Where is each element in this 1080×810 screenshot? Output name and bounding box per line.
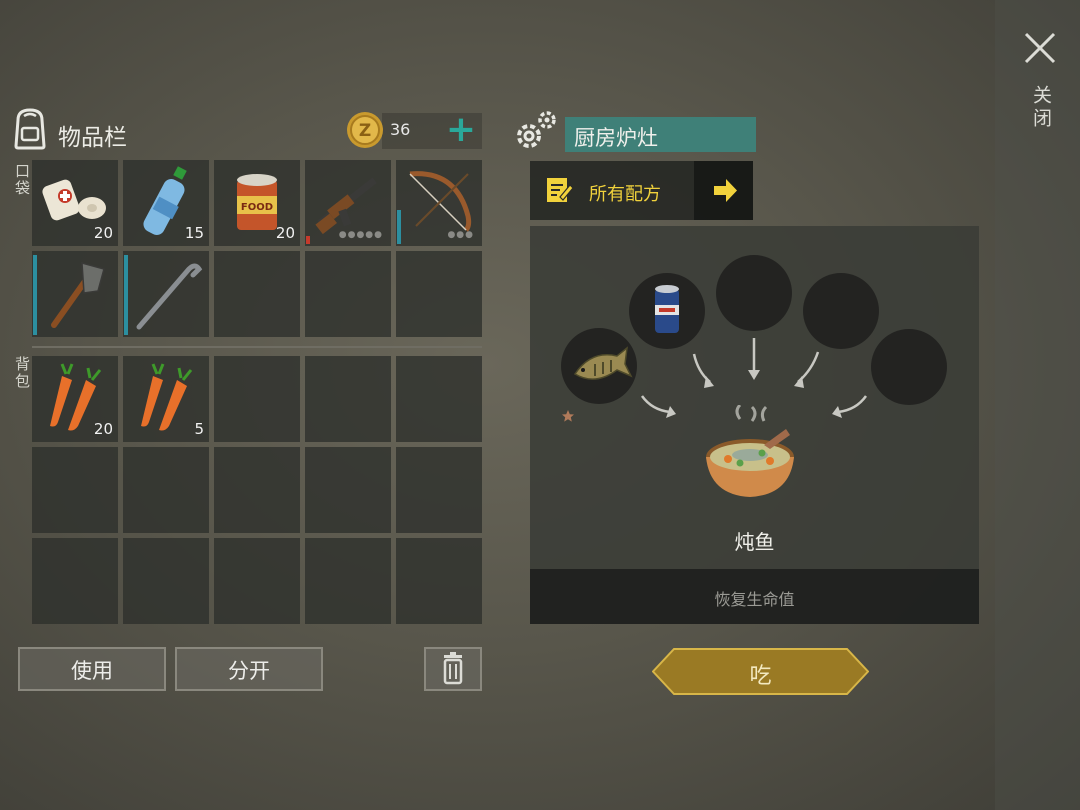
backpack-label: 背包: [13, 356, 31, 390]
pocket-slot-rifle[interactable]: ●●●●●: [305, 160, 391, 246]
pocket-slot-empty[interactable]: [396, 251, 482, 337]
backpack-slot-empty[interactable]: [305, 356, 391, 442]
pocket-slot-bandage[interactable]: 20: [32, 160, 118, 246]
backpack-slot-empty[interactable]: [123, 538, 209, 624]
recipe-book-icon: [547, 178, 574, 202]
eat-label: 吃: [749, 664, 772, 689]
recipe-description: 恢复生命值: [714, 590, 795, 609]
pocket-slot-empty[interactable]: [305, 251, 391, 337]
backpack-slot-empty[interactable]: [214, 447, 300, 533]
next-recipe-button[interactable]: [694, 161, 753, 220]
inventory-title: 物品栏: [58, 125, 127, 151]
durability-bar: [33, 255, 37, 335]
durability-bar: [124, 255, 128, 335]
pocket-slot-crowbar[interactable]: [123, 251, 209, 337]
svg-text:Z: Z: [359, 121, 371, 141]
pocket-label: 口袋: [13, 163, 31, 197]
pocket-slot-canned-food[interactable]: FOOD 20: [214, 160, 300, 246]
backpack-slot-empty[interactable]: [396, 447, 482, 533]
shovel-icon: [51, 261, 105, 328]
durability-bar: [306, 236, 310, 244]
coin-icon: Z: [347, 112, 383, 148]
slot-count: 20: [93, 420, 113, 438]
slot-count: 5: [194, 420, 204, 438]
use-button[interactable]: 使用: [18, 647, 166, 691]
crowbar-icon: [136, 263, 203, 330]
backpack-slot-empty[interactable]: [32, 447, 118, 533]
slot-count: 15: [184, 224, 204, 242]
arrow-icon: [640, 395, 671, 414]
backpack-slot-empty[interactable]: [214, 538, 300, 624]
backpack-slot-empty[interactable]: [123, 447, 209, 533]
backpack-slot-carrot[interactable]: 5: [123, 356, 209, 442]
coin-count: 36: [390, 120, 411, 139]
close-icon[interactable]: [1020, 28, 1060, 68]
backpack-slot-empty[interactable]: [305, 447, 391, 533]
arrow-right-icon: [714, 179, 737, 202]
backpack-slot-empty[interactable]: [396, 356, 482, 442]
backpack-slot-empty[interactable]: [32, 538, 118, 624]
svg-text:FOOD: FOOD: [241, 202, 273, 213]
add-coins-button[interactable]: +: [444, 112, 478, 148]
split-button[interactable]: 分开: [175, 647, 323, 691]
backpack-slot-empty[interactable]: [214, 356, 300, 442]
backpack-slot-empty[interactable]: [305, 538, 391, 624]
section-divider: [32, 346, 482, 348]
pocket-slot-water[interactable]: 15: [123, 160, 209, 246]
arrow-icon: [837, 395, 868, 414]
recipe-name: 炖鱼: [734, 530, 775, 554]
fish-stew-icon: [706, 405, 794, 497]
ammo-dots: ●●●●●: [338, 230, 383, 240]
pocket-slot-shovel[interactable]: [32, 251, 118, 337]
slot-count: 20: [93, 224, 113, 242]
ammo-dots: ●●●: [447, 230, 474, 240]
station-title: 厨房炉灶: [574, 126, 658, 150]
backpack-icon: [14, 108, 46, 150]
slot-count: 20: [275, 224, 295, 242]
backpack-slot-empty[interactable]: [396, 538, 482, 624]
gears-icon: [517, 111, 556, 148]
trash-icon: [443, 652, 463, 685]
close-label[interactable]: 关闭: [1028, 85, 1055, 131]
trash-button[interactable]: [424, 647, 482, 691]
pocket-slot-bow[interactable]: ●●●: [396, 160, 482, 246]
durability-bar: [397, 210, 401, 244]
arrow-icon: [692, 353, 711, 383]
pocket-slot-empty[interactable]: [214, 251, 300, 337]
all-recipes-label: 所有配方: [589, 184, 661, 205]
backpack-slot-carrot[interactable]: 20: [32, 356, 118, 442]
